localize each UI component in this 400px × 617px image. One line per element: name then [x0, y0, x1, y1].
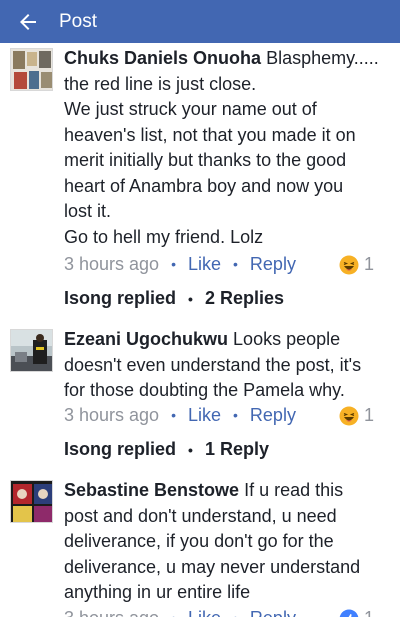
separator-dot: •: [171, 407, 176, 423]
reply-count: 2 Replies: [204, 288, 284, 308]
comment-body: Ezeani Ugochukwu Looks people doesn't ev…: [64, 327, 390, 404]
comment-body: Sebastine Benstowe If u read this post a…: [64, 478, 390, 606]
reaction-count: 1: [363, 254, 374, 274]
separator-dot: •: [188, 441, 193, 458]
reaction-summary[interactable]: 1: [339, 254, 374, 275]
separator-dot: •: [171, 610, 176, 617]
comment-text: heart of Anambra boy and now you: [64, 175, 344, 196]
comment-author[interactable]: Ezeani Ugochukwu: [64, 329, 228, 349]
reaction-count: 1: [363, 405, 374, 425]
separator-dot: •: [188, 290, 193, 307]
comment-text: merit initially but thanks to the good: [64, 150, 347, 170]
avatar[interactable]: [10, 48, 53, 91]
haha-emoji-icon: [339, 406, 359, 425]
replier-name: Isong replied: [64, 439, 177, 459]
reaction-summary[interactable]: 1: [339, 608, 374, 617]
comment-text: post and don't understand, u need: [64, 505, 337, 526]
avatar[interactable]: [10, 480, 53, 523]
separator-dot: •: [171, 256, 176, 272]
avatar[interactable]: [10, 329, 53, 372]
haha-emoji-icon: [339, 255, 359, 274]
comment-text: doesn't even understand the post, it's: [64, 354, 362, 375]
app-bar: Post: [0, 0, 400, 43]
comment-author[interactable]: Sebastine Benstowe: [64, 480, 239, 500]
timestamp: 3 hours ago: [64, 253, 160, 274]
replier-name: Isong replied: [64, 288, 177, 308]
like-button[interactable]: Like: [188, 608, 221, 617]
comment-text: the red line is just close.: [64, 73, 257, 94]
timestamp: 3 hours ago: [64, 404, 160, 425]
comment-text: Go to hell my friend. Lolz: [64, 226, 264, 247]
separator-dot: •: [233, 407, 238, 423]
comment-text: heaven's list, not that you made it on: [64, 124, 356, 145]
reaction-summary[interactable]: 1: [339, 405, 374, 426]
like-button[interactable]: Like: [188, 405, 221, 426]
separator-dot: •: [233, 610, 238, 617]
reply-button[interactable]: Reply: [250, 405, 296, 426]
comment-text: If u read this: [244, 480, 344, 500]
comment-text: for those doubting the Pamela why.: [64, 380, 345, 400]
comment-text: anything in ur entire life: [64, 582, 251, 602]
comment-author[interactable]: Chuks Daniels Onuoha: [64, 48, 261, 68]
comment-meta: 3 hours ago • Like • Reply: [64, 605, 296, 617]
arrow-left-icon: [20, 13, 36, 30]
back-button[interactable]: [0, 0, 56, 43]
reaction-count: 1: [364, 608, 374, 617]
reply-button[interactable]: Reply: [250, 254, 296, 275]
comment-text: deliverance, u may never understand: [64, 556, 361, 577]
like-thumb-icon: [339, 609, 359, 617]
comment-text: deliverance, if you don't go for the: [64, 531, 334, 551]
like-button[interactable]: Like: [188, 254, 221, 275]
page-title: Post: [59, 10, 98, 32]
comment-body: Chuks Daniels Onuoha Blasphemy..... the …: [64, 46, 390, 250]
reply-button[interactable]: Reply: [250, 608, 296, 617]
comment-text: Blasphemy.....: [266, 48, 379, 68]
comment-text: lost it.: [64, 201, 112, 221]
comment-meta: 3 hours ago • Like • Reply: [64, 402, 296, 428]
timestamp: 3 hours ago: [64, 608, 159, 617]
comment-text: Looks people: [233, 329, 341, 349]
replies-link[interactable]: Isong replied • 1 Reply: [64, 439, 269, 460]
replies-link[interactable]: Isong replied • 2 Replies: [64, 288, 284, 309]
comment-meta: 3 hours ago • Like • Reply: [64, 251, 296, 277]
separator-dot: •: [233, 256, 238, 272]
reply-count: 1 Reply: [204, 439, 269, 459]
comment-text: We just struck your name out of: [64, 99, 317, 119]
